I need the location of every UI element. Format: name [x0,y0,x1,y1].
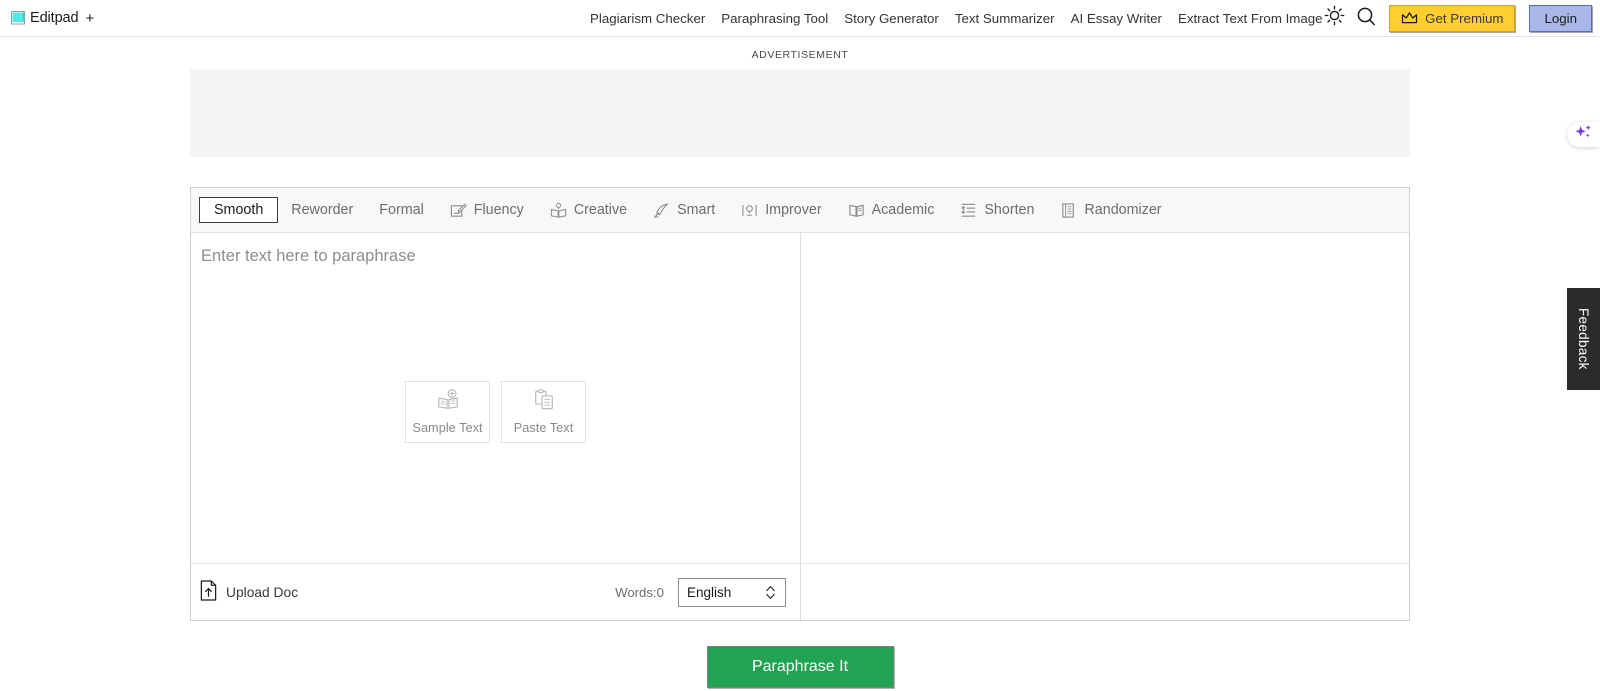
advertisement-slot [190,69,1410,157]
sparkle-icon [1574,124,1593,146]
mode-tab-bar: Smooth Reworder Formal Fluency Creative … [191,188,1409,233]
tab-smooth[interactable]: Smooth [199,197,279,223]
brand-logo[interactable]: Editpad + [11,10,94,27]
submit-row: Paraphrase It [0,646,1600,688]
tab-reworder[interactable]: Reworder [278,197,366,223]
tab-smooth-label: Smooth [214,202,264,218]
pages-icon [1060,202,1077,219]
nav-link-ai-essay-writer[interactable]: AI Essay Writer [1063,11,1170,26]
upload-file-icon [199,580,218,604]
tab-randomizer-label: Randomizer [1084,202,1162,218]
quill-pen-icon [653,202,670,219]
get-premium-label: Get Premium [1425,10,1504,26]
theme-toggle-button[interactable] [1318,2,1350,34]
chevron-updown-icon [764,583,777,602]
tab-fluency-label: Fluency [473,202,524,218]
feedback-tab[interactable]: Feedback [1567,288,1600,390]
ai-assistant-button[interactable] [1567,122,1600,147]
nav-link-extract-text-from-image[interactable]: Extract Text From Image [1170,11,1331,26]
editor-footer-row: Upload Doc Words:0 English [191,563,1409,620]
tab-creative-label: Creative [573,202,628,218]
feedback-label: Feedback [1576,308,1591,370]
editor-footer-right [801,563,1409,620]
brand-plus: + [85,9,95,27]
clipboard-icon [533,389,555,414]
main-nav-links: Plagiarism Checker Paraphrasing Tool Sto… [582,11,1331,26]
tab-shorten-label: Shorten [984,202,1035,218]
paste-text-label: Paste Text [513,420,574,435]
bulb-book-icon [741,202,758,219]
tab-randomizer[interactable]: Randomizer [1047,197,1174,224]
tab-smart[interactable]: Smart [640,197,728,224]
language-select-value: English [687,584,732,600]
login-label: Login [1544,10,1577,26]
tab-academic-label: Academic [871,202,935,218]
login-button[interactable]: Login [1529,4,1592,32]
word-count: Words:0 [615,584,664,600]
search-icon [1356,6,1376,31]
pencil-note-icon [450,202,467,219]
nav-link-paraphrasing-tool[interactable]: Paraphrasing Tool [713,11,836,26]
tab-improver[interactable]: Improver [728,197,834,224]
paraphrasing-tool-panel: Smooth Reworder Formal Fluency Creative … [190,187,1410,621]
sample-text-icon [437,389,459,414]
editor-footer-left: Upload Doc Words:0 English [191,563,801,620]
nav-link-story-generator[interactable]: Story Generator [836,11,947,26]
editor-row: Enter text here to paraphrase Sample Tex… [191,233,1409,563]
input-placeholder: Enter text here to paraphrase [201,247,416,265]
nav-link-text-summarizer[interactable]: Text Summarizer [947,11,1063,26]
advertisement-label: ADVERTISEMENT [751,49,849,61]
search-button[interactable] [1350,2,1382,34]
nav-link-plagiarism-checker[interactable]: Plagiarism Checker [582,11,713,26]
quick-actions-group: Sample Text Paste Text [191,381,800,443]
book-icon [848,202,865,219]
paste-text-button[interactable]: Paste Text [501,381,586,443]
paraphrase-it-button[interactable]: Paraphrase It [706,646,894,688]
tab-formal[interactable]: Formal [366,197,436,223]
output-editor-pane[interactable] [801,233,1409,563]
input-editor-pane[interactable]: Enter text here to paraphrase Sample Tex… [191,233,801,563]
tab-creative[interactable]: Creative [537,197,640,224]
language-select[interactable]: English [678,577,786,607]
sample-text-label: Sample Text [412,420,483,435]
open-book-bulb-icon [550,202,567,219]
notepad-icon [11,11,26,25]
get-premium-button[interactable]: Get Premium [1389,4,1516,32]
tab-fluency[interactable]: Fluency [437,197,537,224]
tab-academic[interactable]: Academic [835,197,948,224]
sun-icon [1324,5,1345,31]
crown-icon [1401,11,1418,25]
tab-reworder-label: Reworder [291,202,354,218]
list-lines-icon [960,202,977,219]
tab-smart-label: Smart [677,202,716,218]
nav-right-actions: Get Premium Login [1318,2,1592,34]
tab-formal-label: Formal [379,202,424,218]
upload-doc-label: Upload Doc [226,584,299,600]
tab-improver-label: Improver [765,202,822,218]
top-navigation-bar: Editpad + Plagiarism Checker Paraphrasin… [0,0,1600,37]
brand-name: Editpad [30,10,79,26]
upload-doc-button[interactable]: Upload Doc [199,580,298,604]
paraphrase-it-label: Paraphrase It [751,658,849,675]
tab-shorten[interactable]: Shorten [947,197,1047,224]
sample-text-button[interactable]: Sample Text [405,381,490,443]
